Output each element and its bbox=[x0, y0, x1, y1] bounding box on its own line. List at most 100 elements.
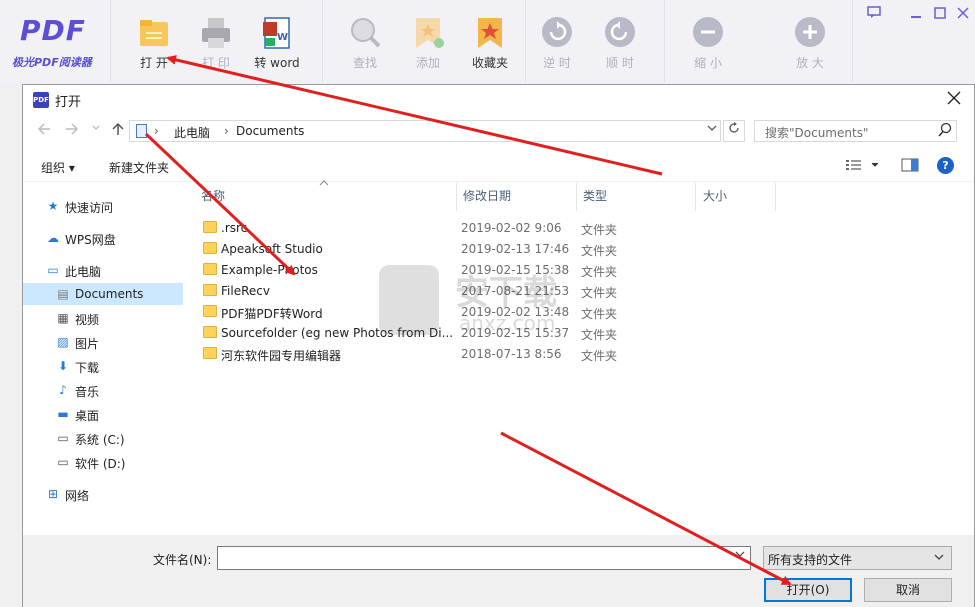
nav-item[interactable]: ▭ 系统 (C:) bbox=[23, 427, 183, 449]
nav-item-label: Documents bbox=[75, 287, 144, 301]
file-row[interactable]: .rsrc 2019-02-02 9:06 文件夹 bbox=[199, 218, 799, 239]
folder-icon bbox=[203, 284, 217, 296]
toolbar-divider bbox=[322, 0, 323, 82]
nav-item[interactable]: ▦ 视频 bbox=[23, 307, 183, 329]
nav-item[interactable]: ♪ 音乐 bbox=[23, 379, 183, 401]
cloud-icon: ☁ bbox=[47, 231, 59, 245]
nav-item-label: 图片 bbox=[75, 337, 100, 351]
zoom-in-tool-label: 放 大 bbox=[796, 56, 824, 70]
nav-item[interactable]: ▭ 此电脑 bbox=[23, 259, 183, 281]
filename-input[interactable] bbox=[217, 546, 751, 570]
convert-word-tool-button[interactable]: W 转 word bbox=[245, 16, 309, 76]
preview-pane-button[interactable] bbox=[901, 157, 919, 173]
search-input[interactable]: 搜索"Documents" bbox=[754, 120, 957, 142]
column-header-type[interactable]: 类型 bbox=[583, 187, 607, 209]
chevron-down-icon bbox=[735, 551, 745, 557]
toolbar-divider bbox=[852, 0, 853, 82]
arrow-right-icon bbox=[66, 123, 79, 135]
video-icon: ▦ bbox=[57, 311, 69, 325]
rotate-cw-tool-label: 顺 时 bbox=[606, 56, 634, 70]
help-button[interactable]: ? bbox=[937, 157, 954, 174]
nav-item[interactable]: ☁ WPS网盘 bbox=[23, 227, 183, 249]
print-tool-label: 打 印 bbox=[202, 56, 230, 70]
navigation-bar: › 此电脑 › Documents 搜索"Documents" bbox=[23, 115, 974, 149]
breadcrumb-this-pc[interactable]: 此电脑 bbox=[174, 124, 210, 141]
address-bar[interactable]: › 此电脑 › Documents bbox=[129, 120, 721, 142]
open-button[interactable]: 打开(O) bbox=[764, 578, 852, 602]
print-tool-button[interactable]: 打 印 bbox=[184, 16, 248, 76]
bookmark-add-icon bbox=[416, 18, 444, 48]
rotate-ccw-tool-button[interactable]: 逆 时 bbox=[525, 16, 589, 76]
column-divider bbox=[576, 183, 577, 211]
drive-icon: ▭ bbox=[57, 431, 69, 445]
zoom-out-tool-button[interactable]: 缩 小 bbox=[676, 16, 740, 76]
chevron-down-icon bbox=[934, 554, 944, 560]
refresh-button[interactable] bbox=[723, 120, 745, 142]
filename-history-dropdown[interactable] bbox=[735, 549, 745, 562]
nav-item[interactable]: ▬ 桌面 bbox=[23, 403, 183, 425]
back-button[interactable] bbox=[35, 122, 53, 140]
nav-item[interactable]: ▤ Documents bbox=[23, 283, 183, 305]
cancel-button[interactable]: 取消 bbox=[864, 578, 952, 602]
open-tool-button[interactable]: 打 开 bbox=[122, 16, 186, 76]
column-divider bbox=[695, 183, 696, 211]
rotate-cw-tool-button[interactable]: 顺 时 bbox=[588, 16, 652, 76]
toolbar-divider bbox=[110, 0, 111, 82]
dialog-title-bar: PDF 打开 bbox=[23, 85, 974, 115]
file-name: Apeaksoft Studio bbox=[221, 242, 323, 256]
close-app-icon[interactable] bbox=[953, 6, 973, 24]
file-type-filter[interactable]: 所有支持的文件 bbox=[763, 546, 952, 570]
column-header-size[interactable]: 大小 bbox=[703, 187, 727, 209]
column-header-name[interactable]: 名称 bbox=[201, 187, 225, 209]
app-logo: PDF 极光PDF阅读器 bbox=[12, 14, 102, 74]
chevron-down-icon bbox=[92, 125, 100, 130]
folder-icon bbox=[203, 326, 217, 338]
new-folder-button[interactable]: 新建文件夹 bbox=[109, 159, 169, 176]
up-button[interactable] bbox=[109, 122, 127, 140]
dialog-footer: 文件名(N): 所有支持的文件 打开(O) 取消 bbox=[23, 535, 974, 607]
file-type: 文件夹 bbox=[581, 244, 618, 258]
rotate-ccw-icon bbox=[542, 17, 572, 47]
documents-icon: ▤ bbox=[57, 287, 69, 301]
file-type: 文件夹 bbox=[581, 223, 618, 237]
nav-item[interactable]: ⬇ 下载 bbox=[23, 355, 183, 377]
filename-label: 文件名(N): bbox=[153, 553, 212, 567]
preview-pane-icon bbox=[901, 158, 919, 172]
organize-button[interactable]: 组织 ▾ bbox=[41, 159, 75, 176]
sort-ascending-icon bbox=[319, 179, 329, 190]
shopping-bag-icon bbox=[379, 265, 439, 335]
toolbar-divider bbox=[664, 0, 665, 82]
close-dialog-button[interactable] bbox=[941, 87, 967, 113]
file-list: 名称 修改日期 类型 大小 .rsrc 2019-02-02 9:06 文件夹 Ape… bbox=[183, 180, 974, 535]
column-divider bbox=[456, 183, 457, 211]
address-dropdown[interactable] bbox=[703, 120, 721, 142]
search-icon bbox=[938, 122, 952, 137]
maximize-icon[interactable] bbox=[930, 6, 950, 24]
arrow-left-icon bbox=[37, 123, 50, 135]
file-row[interactable]: Apeaksoft Studio 2019-02-13 17:46 文件夹 bbox=[199, 239, 799, 260]
svg-text:W: W bbox=[277, 32, 288, 43]
recent-locations-button[interactable] bbox=[87, 122, 105, 140]
printer-icon bbox=[202, 18, 230, 48]
zoom-in-tool-button[interactable]: 放 大 bbox=[778, 16, 842, 76]
nav-item[interactable]: ▭ 软件 (D:) bbox=[23, 451, 183, 473]
drive-icon: ▭ bbox=[57, 455, 69, 469]
open-file-dialog: PDF 打开 › 此电脑 › Documents 搜索"Documents" 组… bbox=[22, 84, 975, 607]
folder-icon bbox=[203, 242, 217, 254]
nav-item[interactable]: ▨ 图片 bbox=[23, 331, 183, 353]
add-bookmark-tool-button[interactable]: 添加 bbox=[396, 16, 460, 76]
refresh-icon bbox=[729, 122, 739, 133]
zoom-in-icon bbox=[795, 17, 825, 47]
feedback-icon[interactable] bbox=[864, 6, 884, 24]
find-tool-button[interactable]: 查找 bbox=[333, 16, 397, 76]
nav-item[interactable]: ⊞ 网络 bbox=[23, 483, 183, 505]
find-tool-label: 查找 bbox=[352, 56, 377, 70]
forward-button[interactable] bbox=[63, 122, 81, 140]
search-icon bbox=[351, 18, 381, 48]
column-header-date[interactable]: 修改日期 bbox=[463, 187, 511, 209]
breadcrumb-documents[interactable]: Documents bbox=[236, 124, 304, 138]
change-view-button[interactable] bbox=[845, 157, 883, 175]
nav-item[interactable]: ★ 快速访问 bbox=[23, 195, 183, 217]
minimize-icon[interactable] bbox=[906, 6, 926, 24]
favorites-tool-button[interactable]: 收藏夹 bbox=[458, 16, 522, 76]
